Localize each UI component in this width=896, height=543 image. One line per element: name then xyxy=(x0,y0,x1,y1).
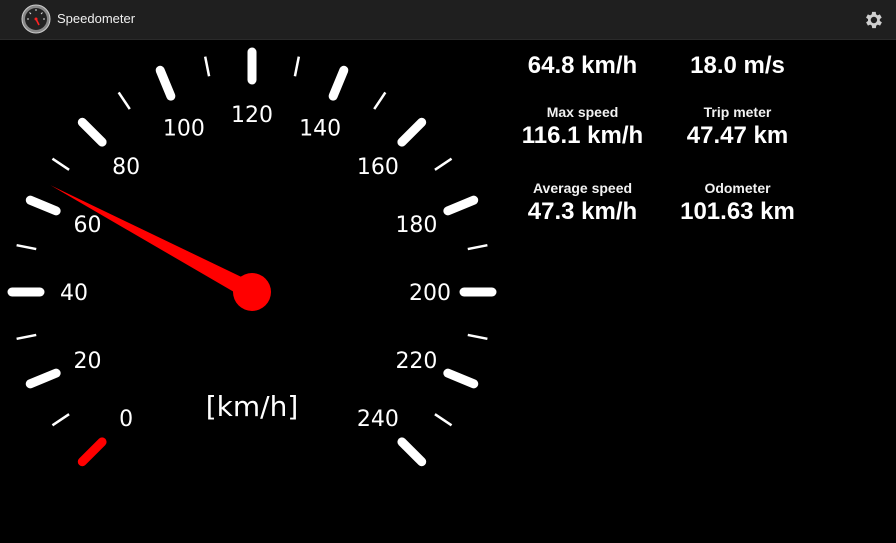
app-title: Speedometer xyxy=(57,11,136,26)
trip-meter: Trip meter 47.47 km xyxy=(655,104,820,150)
minor-tick xyxy=(293,56,301,77)
major-tick xyxy=(397,437,427,467)
tick-label: 100 xyxy=(163,117,205,142)
tick-label: 160 xyxy=(357,155,399,180)
unit-label: [km/h] xyxy=(206,390,299,423)
major-tick xyxy=(155,65,176,101)
minor-tick xyxy=(373,91,387,110)
gear-icon[interactable] xyxy=(862,9,884,31)
average-speed-label: Average speed xyxy=(532,180,633,196)
tick-label: 200 xyxy=(409,281,451,306)
average-speed: Average speed 47.3 km/h xyxy=(500,180,665,226)
minor-tick xyxy=(51,157,70,171)
current-speed-kmh-value: 64.8 km/h xyxy=(527,52,638,79)
needle-hub xyxy=(233,273,271,311)
tick-label: 60 xyxy=(74,213,102,238)
major-tick xyxy=(25,195,61,216)
minor-tick xyxy=(467,333,488,341)
major-tick xyxy=(25,368,61,389)
max-speed: Max speed 116.1 km/h xyxy=(500,104,665,150)
odometer-label: Odometer xyxy=(704,180,771,196)
average-speed-value: 47.3 km/h xyxy=(527,198,638,225)
speedometer-app-icon[interactable] xyxy=(21,4,51,34)
major-tick xyxy=(77,437,107,467)
gauge-tick-labels: 0 20 40 60 80 100 120 140 160 180 200 220 240 xyxy=(60,103,451,432)
minor-tick xyxy=(434,157,453,171)
minor-tick xyxy=(203,56,211,77)
minor-tick xyxy=(434,413,453,427)
tick-label: 240 xyxy=(357,407,399,432)
minor-tick xyxy=(51,413,70,427)
major-tick xyxy=(328,65,349,101)
max-speed-value: 116.1 km/h xyxy=(521,122,644,149)
current-speed-ms: 18.0 m/s xyxy=(655,52,820,80)
tick-label: 80 xyxy=(112,155,140,180)
major-tick xyxy=(443,195,479,216)
max-speed-label: Max speed xyxy=(546,104,619,120)
odometer-value: 101.63 km xyxy=(680,198,795,225)
major-tick xyxy=(397,117,427,147)
minor-tick xyxy=(16,243,37,251)
tick-label: 140 xyxy=(299,117,341,142)
tick-label: 20 xyxy=(74,349,102,374)
minor-tick xyxy=(467,243,488,251)
minor-tick xyxy=(117,91,131,110)
app-bar: Speedometer xyxy=(0,0,896,40)
major-tick xyxy=(443,368,479,389)
tick-label: 220 xyxy=(395,349,437,374)
trip-meter-label: Trip meter xyxy=(703,104,772,120)
tick-label: 180 xyxy=(395,213,437,238)
tick-label: 120 xyxy=(231,103,273,128)
speedometer-gauge: 0 20 40 60 80 100 120 140 160 180 200 220 240 [km/h] xyxy=(7,47,497,467)
current-speed-kmh: 64.8 km/h xyxy=(500,52,665,80)
odometer: Odometer 101.63 km xyxy=(655,180,820,226)
major-tick xyxy=(77,117,107,147)
tick-label: 40 xyxy=(60,281,88,306)
minor-tick xyxy=(16,333,37,341)
trip-meter-value: 47.47 km xyxy=(686,122,789,149)
stats-panel: 64.8 km/h 18.0 m/s Max speed 116.1 km/h … xyxy=(500,40,830,270)
current-speed-ms-value: 18.0 m/s xyxy=(690,52,785,79)
tick-label: 0 xyxy=(119,407,133,432)
